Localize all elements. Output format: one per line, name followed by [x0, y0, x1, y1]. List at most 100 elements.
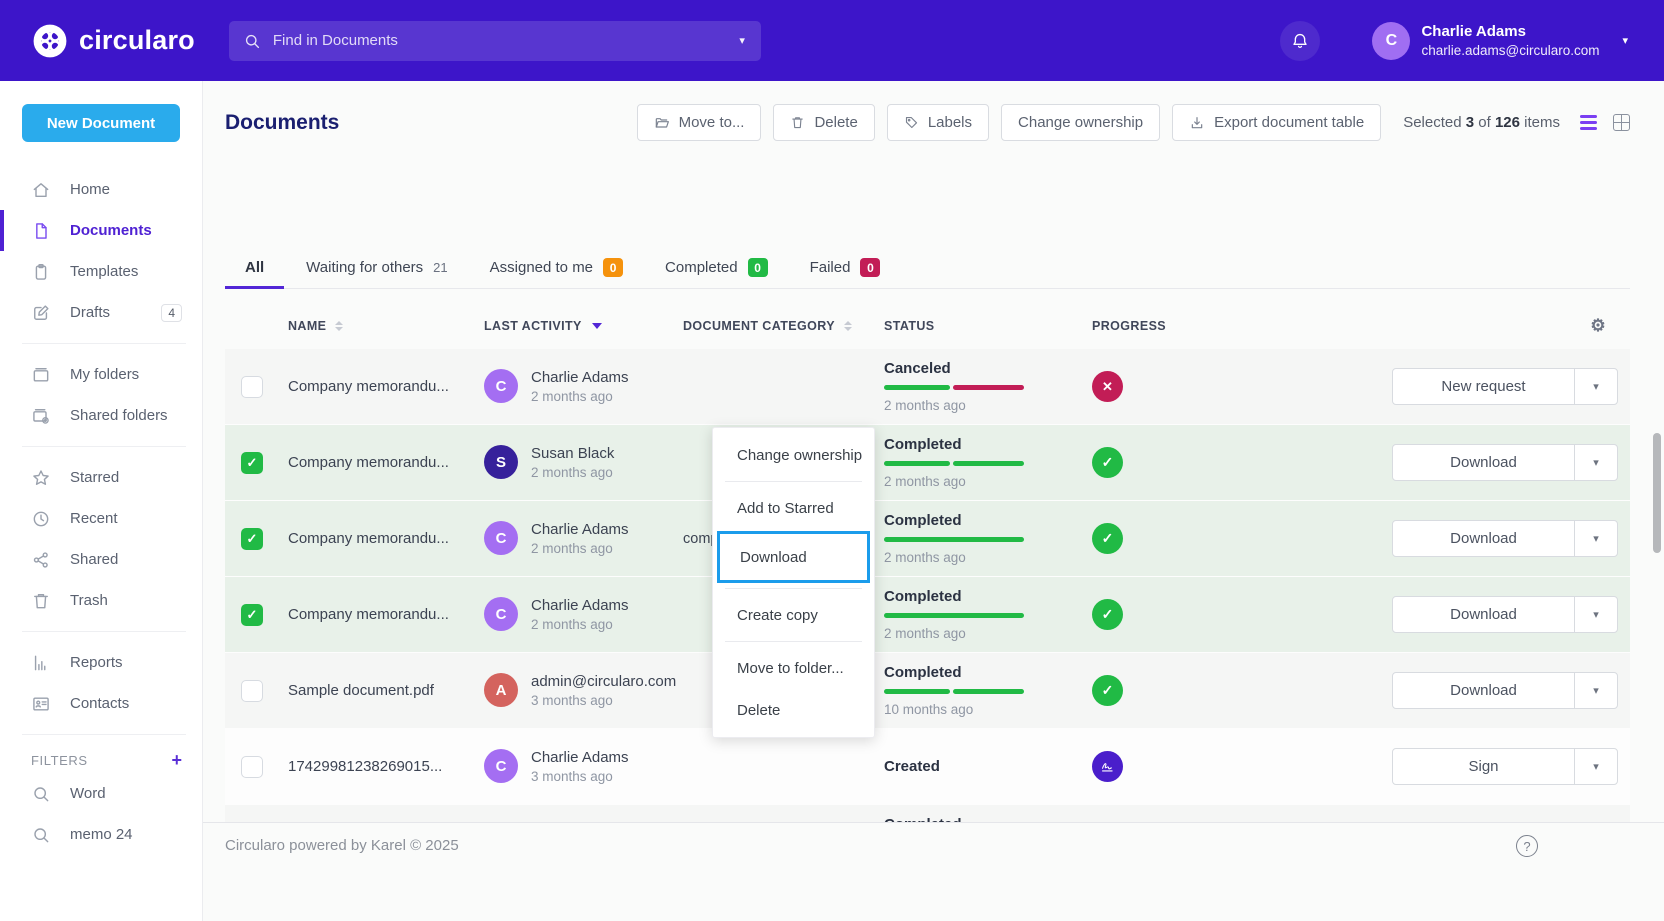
table-row[interactable]: Sample document.pdf A admin@circularo.co… — [225, 653, 1630, 729]
tab-completed[interactable]: Completed0 — [645, 247, 788, 288]
row-action-button[interactable]: New request — [1392, 368, 1618, 405]
sidebar-item-contacts[interactable]: Contacts — [0, 683, 202, 724]
labels-button[interactable]: Labels — [887, 104, 989, 141]
delete-button[interactable]: Delete — [773, 104, 874, 141]
sort-icon — [844, 321, 852, 331]
add-filter-button[interactable]: + — [171, 751, 182, 769]
tab-all[interactable]: All — [225, 247, 284, 288]
search-scope-caret-icon[interactable]: ▾ — [735, 34, 749, 47]
button-label: Change ownership — [1018, 114, 1143, 131]
action-label[interactable]: Sign — [1393, 749, 1574, 784]
sidebar-item-shared-folders[interactable]: Shared folders — [0, 395, 202, 436]
search-input[interactable] — [273, 32, 735, 49]
user-name: Charlie Adams — [1421, 22, 1599, 42]
notifications-button[interactable] — [1280, 21, 1320, 61]
row-action-button[interactable]: Download — [1392, 596, 1618, 633]
row-checkbox[interactable] — [241, 680, 263, 702]
tab-failed[interactable]: Failed0 — [790, 247, 901, 288]
action-caret-icon[interactable] — [1574, 521, 1617, 556]
status-label: Completed — [884, 588, 1092, 605]
export-document-table-button[interactable]: Export document table — [1172, 104, 1381, 141]
document-name[interactable]: Company memorandu... — [288, 378, 467, 395]
row-action-button[interactable]: Download — [1392, 444, 1618, 481]
action-label[interactable]: Download — [1393, 445, 1574, 480]
sidebar-item-recent[interactable]: Recent — [0, 498, 202, 539]
action-caret-icon[interactable] — [1574, 673, 1617, 708]
change-ownership-button[interactable]: Change ownership — [1001, 104, 1160, 141]
list-view-icon[interactable] — [1580, 115, 1597, 130]
table-settings-gear-icon[interactable]: ⚙ — [1590, 316, 1606, 336]
sidebar-item-home[interactable]: Home — [0, 169, 202, 210]
brand[interactable]: circularo — [32, 23, 195, 59]
sidebar-item-reports[interactable]: Reports — [0, 642, 202, 683]
row-action-button[interactable]: Sign — [1392, 748, 1618, 785]
new-document-button[interactable]: New Document — [22, 104, 180, 142]
page-title: Documents — [225, 111, 339, 135]
action-caret-icon[interactable] — [1574, 369, 1617, 404]
sidebar-item-label: Shared — [70, 551, 118, 568]
action-caret-icon[interactable] — [1574, 597, 1617, 632]
canceled-icon — [1092, 371, 1123, 402]
row-checkbox[interactable] — [241, 528, 263, 550]
sidebar-item-templates[interactable]: Templates — [0, 251, 202, 292]
menu-divider — [725, 481, 862, 482]
sidebar-item-trash[interactable]: Trash — [0, 580, 202, 621]
menu-item-add-to-starred[interactable]: Add to Starred — [713, 487, 874, 529]
action-label[interactable]: New request — [1393, 369, 1574, 404]
row-checkbox[interactable] — [241, 756, 263, 778]
document-name[interactable]: Company memorandu... — [288, 530, 467, 547]
menu-item-create-copy[interactable]: Create copy — [713, 594, 874, 636]
avatar: C — [484, 369, 518, 403]
document-name[interactable]: Sample document.pdf — [288, 682, 452, 699]
user-menu[interactable]: C Charlie Adams charlie.adams@circularo.… — [1372, 22, 1628, 60]
table-row[interactable]: Company memorandu... C Charlie Adams2 mo… — [225, 501, 1630, 577]
menu-item-download[interactable]: Download — [720, 534, 867, 580]
document-name[interactable]: Company memorandu... — [288, 606, 467, 623]
tab-label: Completed — [665, 259, 738, 276]
column-header-last-activity[interactable]: LAST ACTIVITY — [484, 319, 683, 333]
sidebar-item-documents[interactable]: Documents — [0, 210, 202, 251]
trash-icon — [790, 115, 805, 130]
action-label[interactable]: Download — [1393, 521, 1574, 556]
sidebar-item-drafts[interactable]: Drafts 4 — [0, 292, 202, 333]
sidebar-filter-memo24[interactable]: memo 24 — [0, 814, 202, 855]
move-to-button[interactable]: Move to... — [637, 104, 762, 141]
document-name[interactable]: Company memorandu... — [288, 454, 467, 471]
help-button[interactable] — [1516, 835, 1538, 857]
action-caret-icon[interactable] — [1574, 749, 1617, 784]
table-row[interactable]: Company memorandu... C Charlie Adams2 mo… — [225, 577, 1630, 653]
vertical-scrollbar-thumb[interactable] — [1653, 433, 1661, 553]
document-name[interactable]: 17429981238269015... — [288, 758, 460, 775]
tab-waiting-for-others[interactable]: Waiting for others21 — [286, 247, 467, 288]
action-caret-icon[interactable] — [1574, 445, 1617, 480]
global-search[interactable]: ▾ — [229, 21, 761, 61]
action-label[interactable]: Download — [1393, 673, 1574, 708]
row-action-button[interactable]: Download — [1392, 672, 1618, 709]
button-label: Delete — [814, 114, 857, 131]
menu-item-delete[interactable]: Delete — [713, 689, 874, 731]
sidebar-item-my-folders[interactable]: My folders — [0, 354, 202, 395]
column-header-status[interactable]: STATUS — [884, 319, 1092, 333]
sidebar-item-shared[interactable]: Shared — [0, 539, 202, 580]
column-header-name[interactable]: NAME — [288, 319, 484, 333]
table-row[interactable]: Company memorandu... C Charlie Adams2 mo… — [225, 349, 1630, 425]
row-action-button[interactable]: Download — [1392, 520, 1618, 557]
tab-assigned-to-me[interactable]: Assigned to me0 — [470, 247, 643, 288]
grid-view-icon[interactable] — [1613, 114, 1630, 131]
table-row[interactable]: 17429981238269015... C Charlie Adams3 mo… — [225, 729, 1630, 805]
row-checkbox[interactable] — [241, 376, 263, 398]
folder-open-icon — [654, 115, 670, 131]
menu-item-change-ownership[interactable]: Change ownership — [713, 434, 874, 476]
column-header-document-category[interactable]: DOCUMENT CATEGORY — [683, 319, 884, 333]
column-header-progress[interactable]: PROGRESS — [1092, 319, 1298, 333]
table-header: NAME LAST ACTIVITY DOCUMENT CATEGORY STA… — [225, 303, 1630, 349]
action-label[interactable]: Download — [1393, 597, 1574, 632]
table-row[interactable]: Company memorandu... S Susan Black2 mont… — [225, 425, 1630, 501]
sidebar-filter-word[interactable]: Word — [0, 773, 202, 814]
row-checkbox[interactable] — [241, 452, 263, 474]
row-checkbox[interactable] — [241, 604, 263, 626]
menu-item-move-to-folder[interactable]: Move to folder... — [713, 647, 874, 689]
tab-count: 21 — [433, 260, 447, 275]
sidebar-item-starred[interactable]: Starred — [0, 457, 202, 498]
status-time: 2 months ago — [884, 550, 1092, 565]
